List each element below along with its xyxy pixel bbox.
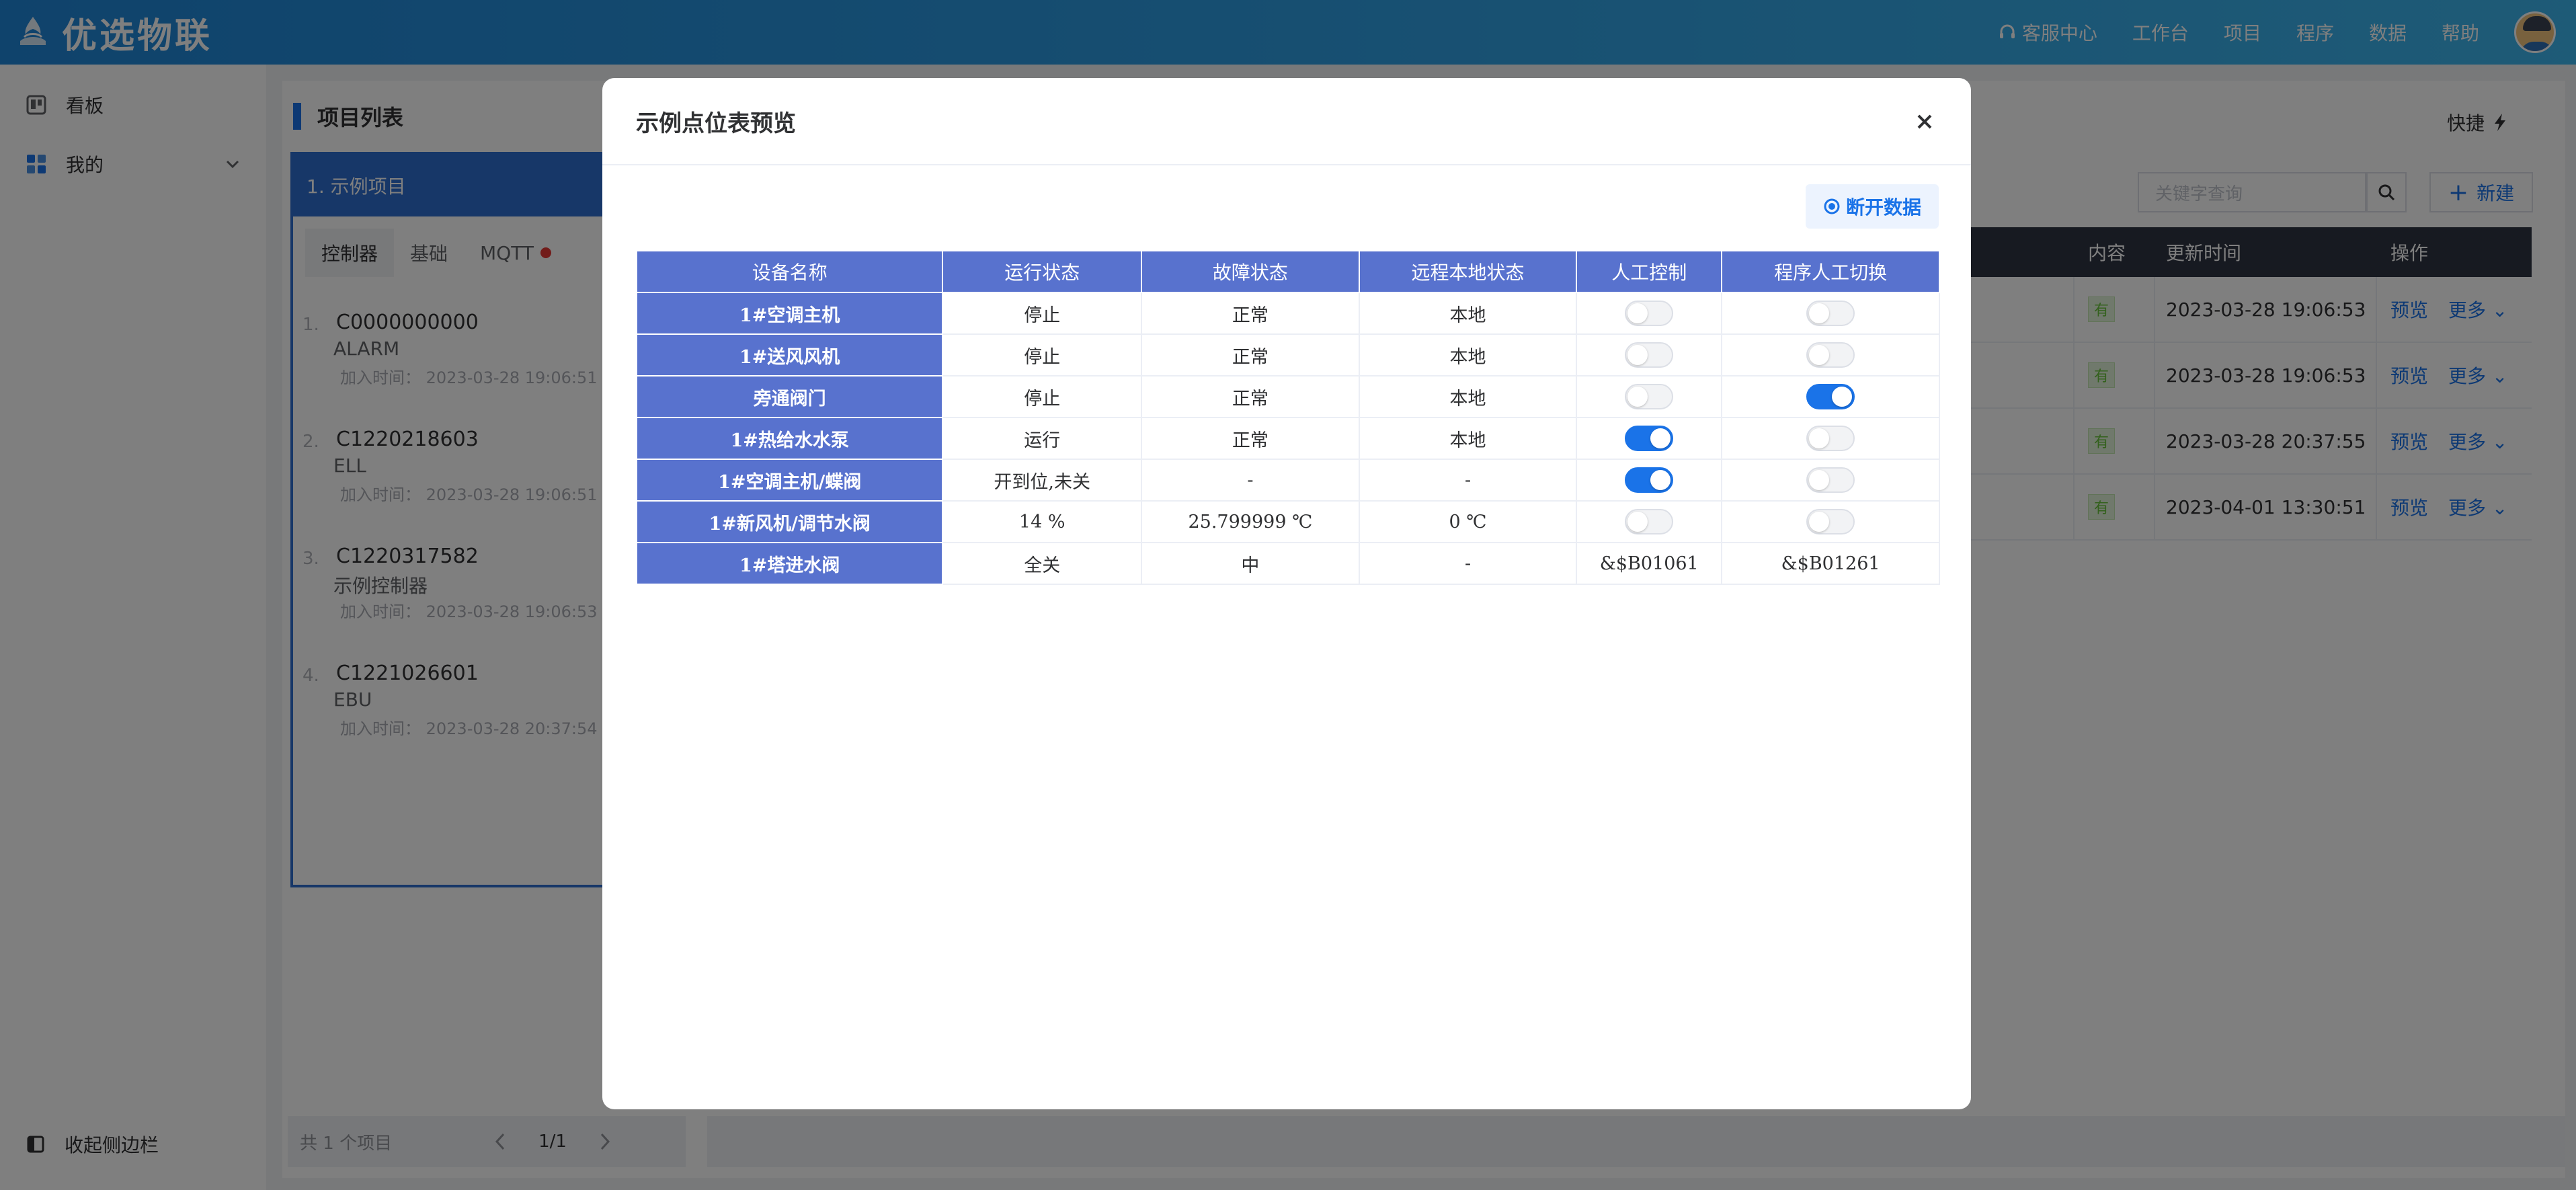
device-name: 1#塔进水阀 (635, 542, 944, 585)
device-name: 1#新风机/调节水阀 (635, 500, 944, 543)
manual-control-toggle[interactable] (1625, 384, 1674, 409)
point-table-dialog: 示例点位表预览 断开数据 设备名称 运行状态 故障状态 远程本地状态 人工控制 … (602, 78, 1971, 1109)
manual-control-toggle[interactable] (1625, 509, 1674, 534)
point-table-header: 设备名称 运行状态 故障状态 远程本地状态 人工控制 程序人工切换 (635, 250, 1940, 293)
point-table: 设备名称 运行状态 故障状态 远程本地状态 人工控制 程序人工切换 1#空调主机… (635, 250, 1940, 585)
run-status: 停止 (942, 292, 1143, 335)
close-icon[interactable] (1915, 112, 1935, 132)
run-status: 开到位,未关 (942, 459, 1143, 502)
point-row: 1#新风机/调节水阀 14 % 25.799999 ℃ 0 ℃ (635, 500, 1940, 543)
manual-control-cell (1576, 459, 1723, 502)
program-switch-cell (1721, 292, 1940, 335)
manual-control-toggle[interactable] (1625, 342, 1674, 368)
remote-local-status: - (1358, 542, 1578, 585)
disconnect-data-button[interactable]: 断开数据 (1805, 184, 1939, 229)
manual-control-toggle[interactable] (1625, 467, 1674, 493)
run-status: 停止 (942, 375, 1143, 418)
disconnect-data-label: 断开数据 (1845, 196, 1921, 219)
col-fault-status: 故障状态 (1141, 250, 1360, 293)
manual-control-toggle[interactable] (1625, 301, 1674, 326)
col-program-manual-switch: 程序人工切换 (1721, 250, 1940, 293)
col-device-name: 设备名称 (635, 250, 944, 293)
fault-status: - (1141, 459, 1360, 502)
remote-local-status: 本地 (1358, 417, 1578, 460)
program-switch-cell (1721, 500, 1940, 543)
program-switch-cell (1721, 375, 1940, 418)
device-name: 旁通阀门 (635, 375, 944, 418)
manual-control-toggle[interactable] (1625, 426, 1674, 451)
program-switch-toggle[interactable] (1806, 426, 1855, 451)
program-switch-toggle[interactable] (1806, 342, 1855, 368)
remote-local-status: 本地 (1358, 292, 1578, 335)
program-switch-value: &$B01261 (1721, 542, 1940, 585)
point-row: 1#空调主机 停止 正常 本地 (635, 292, 1940, 335)
program-switch-cell (1721, 417, 1940, 460)
fault-status: 25.799999 ℃ (1141, 500, 1360, 543)
point-row: 1#送风风机 停止 正常 本地 (635, 333, 1940, 376)
program-switch-toggle[interactable] (1806, 509, 1855, 534)
col-remote-local: 远程本地状态 (1358, 250, 1578, 293)
run-status: 运行 (942, 417, 1143, 460)
manual-control-cell (1576, 375, 1723, 418)
run-status: 停止 (942, 333, 1143, 376)
manual-control-cell (1576, 500, 1723, 543)
program-switch-toggle[interactable] (1806, 467, 1855, 493)
remote-local-status: 本地 (1358, 333, 1578, 376)
device-name: 1#空调主机/蝶阀 (635, 459, 944, 502)
remote-local-status: 0 ℃ (1358, 500, 1578, 543)
dialog-title: 示例点位表预览 (602, 78, 1971, 165)
manual-control-cell (1576, 292, 1723, 335)
program-switch-cell (1721, 333, 1940, 376)
record-icon (1824, 198, 1840, 214)
fault-status: 正常 (1141, 375, 1360, 418)
col-manual-control: 人工控制 (1576, 250, 1723, 293)
device-name: 1#热给水水泵 (635, 417, 944, 460)
point-row: 1#塔进水阀 全关中 - &$B01061 &$B01261 (635, 542, 1940, 585)
fault-status: 正常 (1141, 333, 1360, 376)
col-run-status: 运行状态 (942, 250, 1143, 293)
manual-control-value: &$B01061 (1576, 542, 1723, 585)
run-status: 全关 (942, 542, 1143, 585)
manual-control-cell (1576, 417, 1723, 460)
program-switch-toggle[interactable] (1806, 384, 1855, 409)
remote-local-status: 本地 (1358, 375, 1578, 418)
device-name: 1#送风风机 (635, 333, 944, 376)
remote-local-status: - (1358, 459, 1578, 502)
fault-status: 正常 (1141, 417, 1360, 460)
run-status: 14 % (942, 500, 1143, 543)
fault-status: 正常 (1141, 292, 1360, 335)
point-row: 1#热给水水泵 运行 正常 本地 (635, 417, 1940, 460)
fault-status: 中 (1141, 542, 1360, 585)
manual-control-cell (1576, 333, 1723, 376)
device-name: 1#空调主机 (635, 292, 944, 335)
program-switch-cell (1721, 459, 1940, 502)
program-switch-toggle[interactable] (1806, 301, 1855, 326)
point-row: 1#空调主机/蝶阀 开到位,未关 - - (635, 459, 1940, 502)
point-row: 旁通阀门 停止 正常 本地 (635, 375, 1940, 418)
